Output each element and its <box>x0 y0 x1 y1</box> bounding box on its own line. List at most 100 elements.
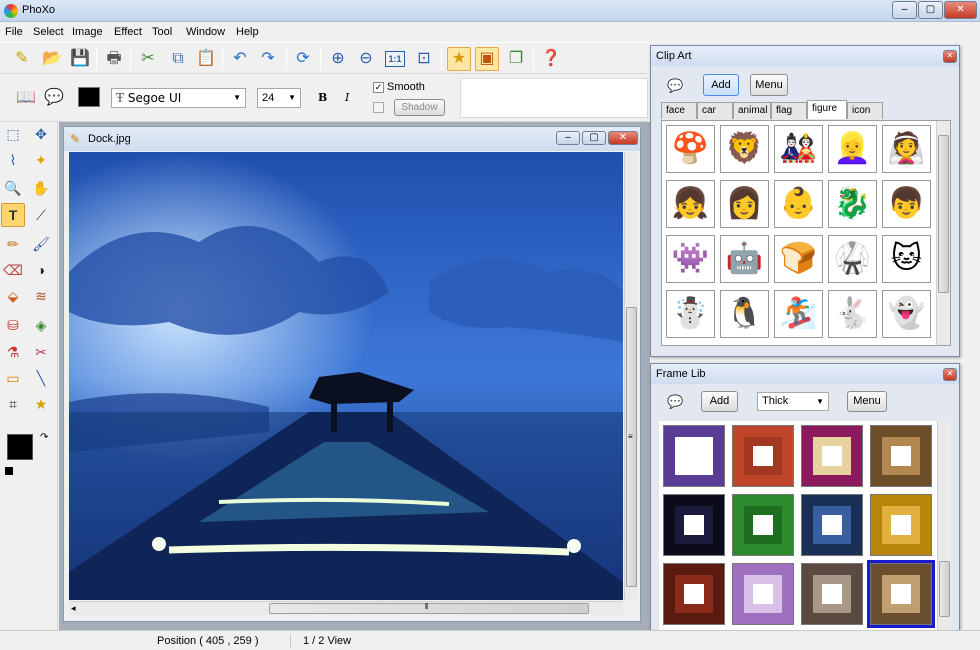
clipart-item[interactable]: 🐧 <box>720 290 769 338</box>
line-tool-icon[interactable]: ╲ <box>29 366 53 390</box>
clipart-item[interactable]: 👧 <box>666 180 715 228</box>
clipart-item[interactable]: 🤖 <box>720 235 769 283</box>
horizontal-scrollbar[interactable]: ◂ ⦀ <box>69 601 623 615</box>
hand-tool-icon[interactable]: ✋ <box>29 176 53 200</box>
close-button[interactable]: ✕ <box>944 1 977 19</box>
frame-icon[interactable]: ▣ <box>475 47 499 71</box>
clipart-item[interactable]: 👰 <box>882 125 931 173</box>
clipart-item[interactable]: 👩 <box>720 180 769 228</box>
clipart-item[interactable]: 👦 <box>882 180 931 228</box>
book-icon[interactable]: 📖 <box>14 86 38 110</box>
eraser-icon[interactable]: ⌫ <box>1 258 25 282</box>
contrast-icon[interactable]: ◑ <box>29 258 53 282</box>
zoom-in-icon[interactable]: ⊕ <box>326 47 350 71</box>
clipart-item[interactable]: 👻 <box>882 290 931 338</box>
clipart-item[interactable]: 🦁 <box>720 125 769 173</box>
copy-icon[interactable]: ⧉ <box>166 47 190 71</box>
clipart-item[interactable]: 🐱 <box>882 235 931 283</box>
layers-icon[interactable]: ❐ <box>504 47 528 71</box>
minimize-button[interactable]: – <box>892 1 917 19</box>
framelib-scroll-thumb[interactable] <box>939 561 950 617</box>
color-replace-icon[interactable]: ◈ <box>29 313 53 337</box>
clipart-item[interactable]: 🐇 <box>828 290 877 338</box>
save-icon[interactable]: 💾 <box>68 47 92 71</box>
cut-icon[interactable]: ✂ <box>136 47 160 71</box>
vertical-scrollbar[interactable]: ≡ <box>624 152 638 600</box>
clipart-item[interactable]: ☃️ <box>666 290 715 338</box>
frame-item[interactable] <box>870 494 932 556</box>
framelib-add-button[interactable]: Add <box>701 391 738 412</box>
clipart-close-button[interactable]: ✕ <box>943 50 957 63</box>
clipart-item[interactable]: 👶 <box>774 180 823 228</box>
rotate-icon[interactable]: ⟳ <box>291 47 315 71</box>
framelib-scrollbar[interactable] <box>937 421 951 631</box>
redo-icon[interactable]: ↷ <box>256 47 280 71</box>
help-icon[interactable]: ❓ <box>539 47 563 71</box>
menu-select[interactable]: Select <box>33 26 64 38</box>
smudge-icon[interactable]: ≋ <box>29 284 53 308</box>
frame-item[interactable] <box>663 494 725 556</box>
smooth-checkbox[interactable]: ✓ <box>373 82 384 93</box>
shadow-button[interactable]: Shadow <box>394 99 445 116</box>
clipart-scrollbar[interactable] <box>936 121 950 345</box>
frame-item[interactable] <box>801 563 863 625</box>
document-minimize-button[interactable]: – <box>556 131 580 145</box>
framelib-menu-button[interactable]: Menu <box>847 391 887 412</box>
clipart-item[interactable]: 🐉 <box>828 180 877 228</box>
red-eye-icon[interactable]: ⚗ <box>1 340 25 364</box>
menu-effect[interactable]: Effect <box>114 26 142 38</box>
framelib-close-button[interactable]: ✕ <box>943 368 957 381</box>
clone-stamp-icon[interactable]: ⬙ <box>1 284 25 308</box>
frame-item[interactable] <box>801 425 863 487</box>
clipart-item[interactable]: 🍄 <box>666 125 715 173</box>
zoom-tool-icon[interactable]: 🔍 <box>1 176 25 200</box>
undo-icon[interactable]: ↶ <box>228 47 252 71</box>
scissors-tool-icon[interactable]: ✂ <box>29 340 53 364</box>
pencil-icon[interactable]: ✏ <box>1 232 25 256</box>
paste-icon[interactable]: 📋 <box>194 47 218 71</box>
eyedropper-icon[interactable]: ⟋ <box>29 203 53 227</box>
swap-colors-icon[interactable]: ↷ <box>40 432 48 443</box>
tab-animal[interactable]: animal <box>733 102 771 119</box>
frame-style-select[interactable]: Thick ▼ <box>757 392 829 411</box>
bold-button[interactable]: B <box>318 91 327 104</box>
tab-face[interactable]: face <box>661 102 697 119</box>
speech-bubble-icon[interactable]: 💬 <box>42 86 66 110</box>
clipart-menu-button[interactable]: Menu <box>750 74 788 96</box>
crop-icon[interactable]: ⌗ <box>1 392 25 416</box>
brush-icon[interactable]: 🖌 <box>29 232 53 256</box>
italic-button[interactable]: I <box>345 91 349 104</box>
tab-car[interactable]: car <box>697 102 733 119</box>
move-icon[interactable]: ✥ <box>29 122 53 146</box>
tab-figure[interactable]: figure <box>807 100 847 119</box>
paint-bucket-icon[interactable]: ⛁ <box>1 313 25 337</box>
frame-item[interactable] <box>732 494 794 556</box>
print-icon[interactable]: 🖶 <box>102 47 126 71</box>
fit-window-icon[interactable]: ⊡ <box>412 47 436 71</box>
frame-item[interactable] <box>870 425 932 487</box>
tab-icon[interactable]: icon <box>847 102 883 119</box>
rect-select-icon[interactable]: ⬚ <box>1 122 25 146</box>
frame-item[interactable] <box>663 563 725 625</box>
text-color-swatch[interactable] <box>78 87 100 107</box>
scroll-left-icon[interactable]: ◂ <box>71 603 76 614</box>
menu-image[interactable]: Image <box>72 26 103 38</box>
image-canvas[interactable] <box>69 152 623 600</box>
actual-size-icon[interactable]: 1:1 <box>385 51 405 67</box>
foreground-color-swatch[interactable] <box>7 434 33 460</box>
vertical-scroll-thumb[interactable] <box>626 307 637 587</box>
shadow-checkbox[interactable] <box>373 102 384 113</box>
default-colors-icon[interactable] <box>5 467 13 475</box>
font-family-select[interactable]: Ŧ Segoe UI ▼ <box>111 88 246 108</box>
frame-item[interactable] <box>801 494 863 556</box>
menu-file[interactable]: File <box>5 26 23 38</box>
frame-item[interactable] <box>732 563 794 625</box>
favorite-star-icon[interactable]: ★ <box>447 47 471 71</box>
text-tool-icon[interactable]: T <box>1 203 25 227</box>
clipart-item[interactable]: 🎎 <box>774 125 823 173</box>
clipart-item[interactable]: 🍞 <box>774 235 823 283</box>
frame-item[interactable] <box>663 425 725 487</box>
document-maximize-button[interactable]: ▢ <box>582 131 606 145</box>
clipart-item[interactable]: 🏂 <box>774 290 823 338</box>
clipart-item[interactable]: 👱‍♀️ <box>828 125 877 173</box>
